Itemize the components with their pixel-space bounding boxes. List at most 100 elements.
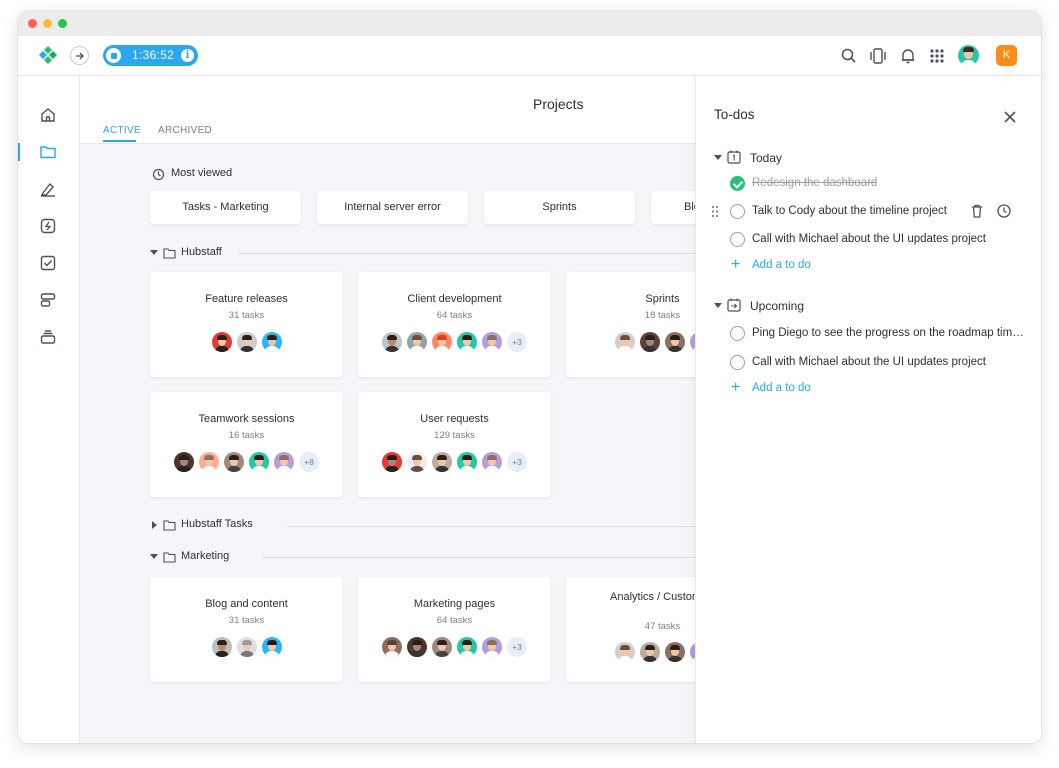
most-viewed-card[interactable]: Blog and content	[651, 191, 695, 224]
todo-text: Call with Michael about the UI updates p…	[752, 233, 986, 245]
projects-panel: Projects ACTIVE ARCHIVED Most viewed Tas…	[80, 76, 695, 743]
avatar	[382, 637, 402, 657]
member-avatars: +3	[358, 332, 551, 352]
checkbox[interactable]	[730, 355, 745, 370]
bell-icon[interactable]	[899, 47, 917, 65]
tab-archived[interactable]: ARCHIVED	[158, 125, 212, 136]
project-card[interactable]: Marketing pages 64 tasks +3	[358, 577, 551, 682]
project-name: User requests	[420, 413, 489, 425]
group-divider	[287, 526, 695, 527]
avatar	[224, 452, 244, 472]
task-count: 64 tasks	[436, 615, 473, 626]
avatar	[432, 452, 452, 472]
avatar	[382, 332, 402, 352]
avatar	[432, 332, 452, 352]
project-card[interactable]: Feature releases 31 tasks	[150, 272, 343, 377]
top-bar: 1:36:52 i K	[18, 36, 1041, 76]
task-count: 129 tasks	[434, 430, 475, 441]
apps-grid-icon[interactable]	[928, 47, 946, 65]
avatar	[261, 332, 282, 352]
checkbox[interactable]	[730, 326, 745, 341]
member-avatars: +3	[358, 637, 551, 657]
checkbox-checked[interactable]	[730, 176, 745, 191]
task-count: 31 tasks	[228, 615, 265, 626]
project-card[interactable]: Sprints 18 tasks	[566, 272, 695, 377]
most-viewed-card[interactable]: Internal server error	[317, 191, 468, 224]
tab-active[interactable]: ACTIVE	[103, 125, 141, 136]
avatar	[261, 637, 282, 657]
sidebar-active-indicator	[18, 143, 20, 161]
minimize-window-button[interactable]	[43, 19, 52, 28]
todo-item[interactable]: Talk to Cody about the timeline project	[711, 203, 1030, 221]
todo-text: Ping Diego to see the progress on the ro…	[752, 327, 1027, 339]
checkbox[interactable]	[730, 232, 745, 247]
collapse-arrow-button[interactable]	[70, 46, 89, 65]
most-viewed-card[interactable]: Sprints	[484, 191, 635, 224]
avatar	[640, 332, 660, 352]
avatar	[482, 452, 502, 472]
user-avatar[interactable]	[958, 45, 979, 66]
member-avatars	[150, 332, 343, 352]
drag-handle-icon[interactable]	[711, 205, 719, 218]
stop-timer-icon[interactable]	[106, 48, 121, 63]
todo-icon[interactable]	[39, 254, 57, 272]
active-tab-underline	[103, 140, 136, 142]
avatar	[665, 642, 685, 662]
sidebar	[18, 76, 80, 743]
task-count: 47 tasks	[644, 621, 681, 632]
avatar	[211, 332, 232, 352]
chevron-right-icon	[152, 521, 157, 529]
group-label: Upcoming	[750, 299, 805, 313]
maximize-window-button[interactable]	[58, 19, 67, 28]
close-icon[interactable]	[1003, 110, 1017, 124]
task-count: 16 tasks	[228, 430, 265, 441]
add-todo-label: Add a to do	[752, 382, 811, 394]
chevron-down-icon	[714, 303, 722, 308]
app-window: 1:36:52 i K Projects ACTIVE ARCHIVED Mos…	[18, 11, 1041, 743]
project-card[interactable]: Teamwork sessions 16 tasks +8	[150, 392, 343, 497]
folder-icon[interactable]	[39, 143, 57, 161]
activity-feed-icon[interactable]	[869, 47, 887, 65]
group-name: Hubstaff Tasks	[181, 518, 253, 530]
avatar	[407, 332, 427, 352]
todo-item[interactable]: Call with Michael about the UI updates p…	[730, 354, 1030, 372]
most-viewed-title: Most viewed	[171, 167, 233, 179]
inbox-icon[interactable]	[39, 328, 57, 346]
avatar	[236, 637, 257, 657]
checkbox[interactable]	[730, 204, 745, 219]
task-count: 18 tasks	[644, 310, 681, 321]
most-viewed-card[interactable]: Tasks - Marketing	[150, 191, 301, 224]
schedule-icon[interactable]	[39, 291, 57, 309]
avatar	[615, 332, 635, 352]
todo-item[interactable]: Call with Michael about the UI updates p…	[730, 231, 1030, 249]
more-members-badge[interactable]: +3	[507, 452, 527, 472]
project-name: Marketing pages	[413, 598, 496, 610]
home-icon[interactable]	[39, 106, 57, 124]
close-window-button[interactable]	[28, 19, 37, 28]
plus-icon: +	[731, 256, 741, 273]
project-card[interactable]: User requests 129 tasks +3	[358, 392, 551, 497]
trash-icon[interactable]	[969, 203, 985, 219]
folder-icon	[163, 552, 176, 563]
timer-pill[interactable]: 1:36:52 i	[103, 45, 198, 66]
organization-badge[interactable]: K	[996, 45, 1017, 66]
timer-info-icon[interactable]: i	[181, 49, 194, 62]
group-divider	[238, 253, 695, 254]
group-name: Hubstaff	[181, 246, 222, 258]
search-icon[interactable]	[840, 47, 858, 65]
chevron-down-icon	[150, 554, 158, 559]
more-members-badge[interactable]: +8	[299, 452, 319, 472]
project-card[interactable]: Blog and content 31 tasks	[150, 577, 343, 682]
todo-item[interactable]: Ping Diego to see the progress on the ro…	[730, 325, 1030, 343]
todo-text: Talk to Cody about the timeline project	[752, 205, 947, 217]
todo-item[interactable]: Redesign the dashboard	[730, 175, 1030, 193]
activity-icon[interactable]	[39, 217, 57, 235]
more-members-badge[interactable]: +3	[507, 332, 527, 352]
project-card[interactable]: Client development 64 tasks +3	[358, 272, 551, 377]
app-logo-icon[interactable]	[38, 45, 58, 65]
avatar	[482, 332, 502, 352]
pen-icon[interactable]	[39, 180, 57, 198]
project-card[interactable]: Analytics / Customers 47 tasks	[566, 577, 695, 682]
clock-icon[interactable]	[996, 203, 1012, 219]
more-members-badge[interactable]: +3	[507, 637, 527, 657]
